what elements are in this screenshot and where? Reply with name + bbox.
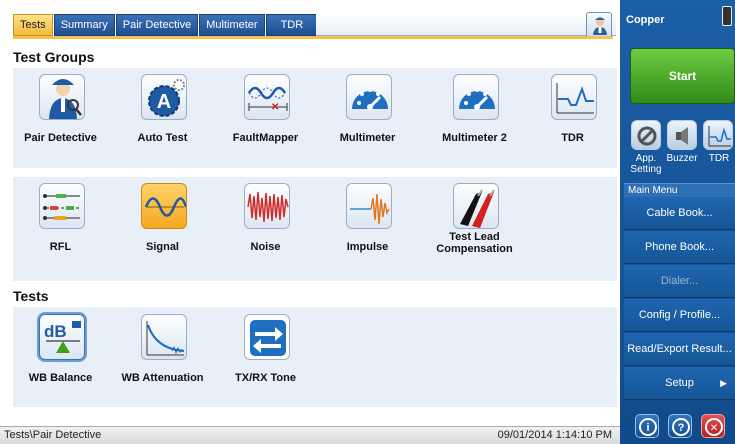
tab-multimeter[interactable]: Multimeter: [199, 14, 265, 36]
info-button[interactable]: i: [635, 414, 659, 438]
sidebar-title: Copper: [626, 14, 665, 26]
tile-pair-detective[interactable]: Pair Detective: [13, 72, 108, 180]
detective-icon: [39, 74, 85, 120]
info-icon: i: [639, 418, 657, 436]
tab-pair-detective[interactable]: Pair Detective: [115, 14, 199, 36]
tile-rfl[interactable]: RFL: [13, 181, 108, 289]
tdr-trace-icon: [708, 126, 731, 147]
tab-tdr[interactable]: TDR: [265, 14, 319, 36]
section-title-tests: Tests: [13, 288, 49, 304]
noise-icon: [244, 183, 290, 229]
svg-text:A: A: [157, 91, 171, 113]
tile-label: Multimeter: [339, 132, 396, 144]
tile-label: Signal: [145, 241, 179, 253]
section-title-test-groups: Test Groups: [13, 49, 95, 65]
main-panel: Tests Summary Pair Detective Multimeter …: [0, 0, 620, 444]
main-menu-header: Main Menu: [624, 183, 735, 197]
tests-content: Test Groups Pair Detective A Auto Test ✕…: [0, 40, 620, 426]
tile-label: Impulse: [346, 241, 389, 253]
tab-bar-fill: [316, 14, 616, 36]
app-setting-button[interactable]: [631, 120, 661, 150]
help-icon: ?: [672, 418, 690, 436]
tile-label: Pair Detective: [24, 132, 97, 144]
tdr-quick-button[interactable]: [703, 120, 733, 150]
app-setting-label: App. Setting: [630, 153, 662, 175]
info-glyph: i: [646, 422, 649, 434]
tile-label: FaultMapper: [232, 132, 299, 144]
tab-list: Tests Summary Pair Detective Multimeter …: [13, 14, 319, 36]
tile-label: WB Attenuation: [121, 372, 204, 384]
tile-signal[interactable]: Signal: [115, 181, 210, 289]
fault-mapper-icon: ✕: [244, 74, 290, 120]
tile-multimeter-2[interactable]: Multimeter 2: [427, 72, 522, 180]
impulse-icon: [346, 183, 392, 229]
tile-tdr[interactable]: TDR: [525, 72, 620, 180]
tile-label: RFL: [49, 241, 72, 253]
status-path: Tests\Pair Detective: [4, 429, 102, 441]
auto-test-gear-icon: A: [141, 74, 187, 120]
menu-setup[interactable]: Setup ▶: [624, 367, 735, 400]
tile-label: WB Balance: [28, 372, 93, 384]
tdr-quick-label: TDR: [708, 153, 730, 164]
tab-tests[interactable]: Tests: [13, 14, 53, 36]
svg-text:dB: dB: [44, 322, 67, 341]
tdr-trace-icon: [551, 74, 597, 120]
close-glyph: ✕: [710, 423, 718, 434]
menu-setup-label: Setup: [665, 377, 694, 389]
buzzer-label: Buzzer: [666, 153, 698, 164]
attenuation-curve-icon: [141, 314, 187, 360]
user-profile-button[interactable]: [586, 12, 612, 38]
tile-label: TX/RX Tone: [235, 372, 296, 384]
tile-label: Auto Test: [137, 132, 188, 144]
status-datetime: 09/01/2014 1:14:10 PM: [497, 429, 612, 441]
status-bar: Tests\Pair Detective 09/01/2014 1:14:10 …: [0, 426, 620, 444]
tile-label: Test Lead Compensation: [436, 231, 513, 255]
tile-noise[interactable]: Noise: [218, 181, 313, 289]
tile-label: Multimeter 2: [442, 132, 507, 144]
speaker-icon: [676, 127, 688, 145]
tile-faultmapper[interactable]: ✕ FaultMapper: [218, 72, 313, 180]
menu-cable-book[interactable]: Cable Book...: [624, 197, 735, 230]
help-glyph: ?: [678, 422, 685, 434]
tile-label: TDR: [561, 132, 584, 144]
tile-multimeter[interactable]: Multimeter: [320, 72, 415, 180]
test-leads-icon: [453, 183, 499, 229]
tile-wb-attenuation[interactable]: WB Attenuation: [115, 312, 210, 420]
tab-bar: Tests Summary Pair Detective Multimeter …: [0, 0, 620, 40]
start-button[interactable]: Start: [630, 48, 735, 104]
tab-underline: [13, 36, 613, 39]
phone-icon: [722, 6, 732, 26]
tile-label: Noise: [250, 241, 281, 253]
wrench-icon: [637, 126, 657, 146]
chevron-right-icon: ▶: [720, 378, 727, 388]
gauge-icon: [346, 74, 392, 120]
close-button[interactable]: ✕: [701, 414, 725, 438]
close-icon: ✕: [705, 418, 723, 436]
db-balance-icon: dB: [39, 314, 85, 360]
buzzer-button[interactable]: [667, 120, 697, 150]
sine-wave-icon: [141, 183, 187, 229]
tile-wb-balance[interactable]: dB WB Balance: [13, 312, 108, 420]
svg-text:✕: ✕: [271, 102, 279, 113]
tile-impulse[interactable]: Impulse: [320, 181, 415, 289]
menu-dialer[interactable]: Dialer...: [624, 265, 735, 298]
gauge-icon: [453, 74, 499, 120]
technician-icon: [593, 17, 607, 35]
menu-read-export-results[interactable]: Read/Export Result...: [624, 333, 735, 366]
menu-phone-book[interactable]: Phone Book...: [624, 231, 735, 264]
rfl-icon: [39, 183, 85, 229]
tile-auto-test[interactable]: A Auto Test: [115, 72, 210, 180]
help-button[interactable]: ?: [668, 414, 692, 438]
menu-config-profile[interactable]: Config / Profile...: [624, 299, 735, 332]
tx-rx-arrows-icon: [244, 314, 290, 360]
tab-summary[interactable]: Summary: [53, 14, 115, 36]
sidebar: Copper Start App. Setting Buzzer TDR Mai…: [620, 0, 735, 444]
tile-tx-rx-tone[interactable]: TX/RX Tone: [218, 312, 313, 420]
tile-test-lead-compensation[interactable]: Test Lead Compensation: [427, 181, 522, 289]
